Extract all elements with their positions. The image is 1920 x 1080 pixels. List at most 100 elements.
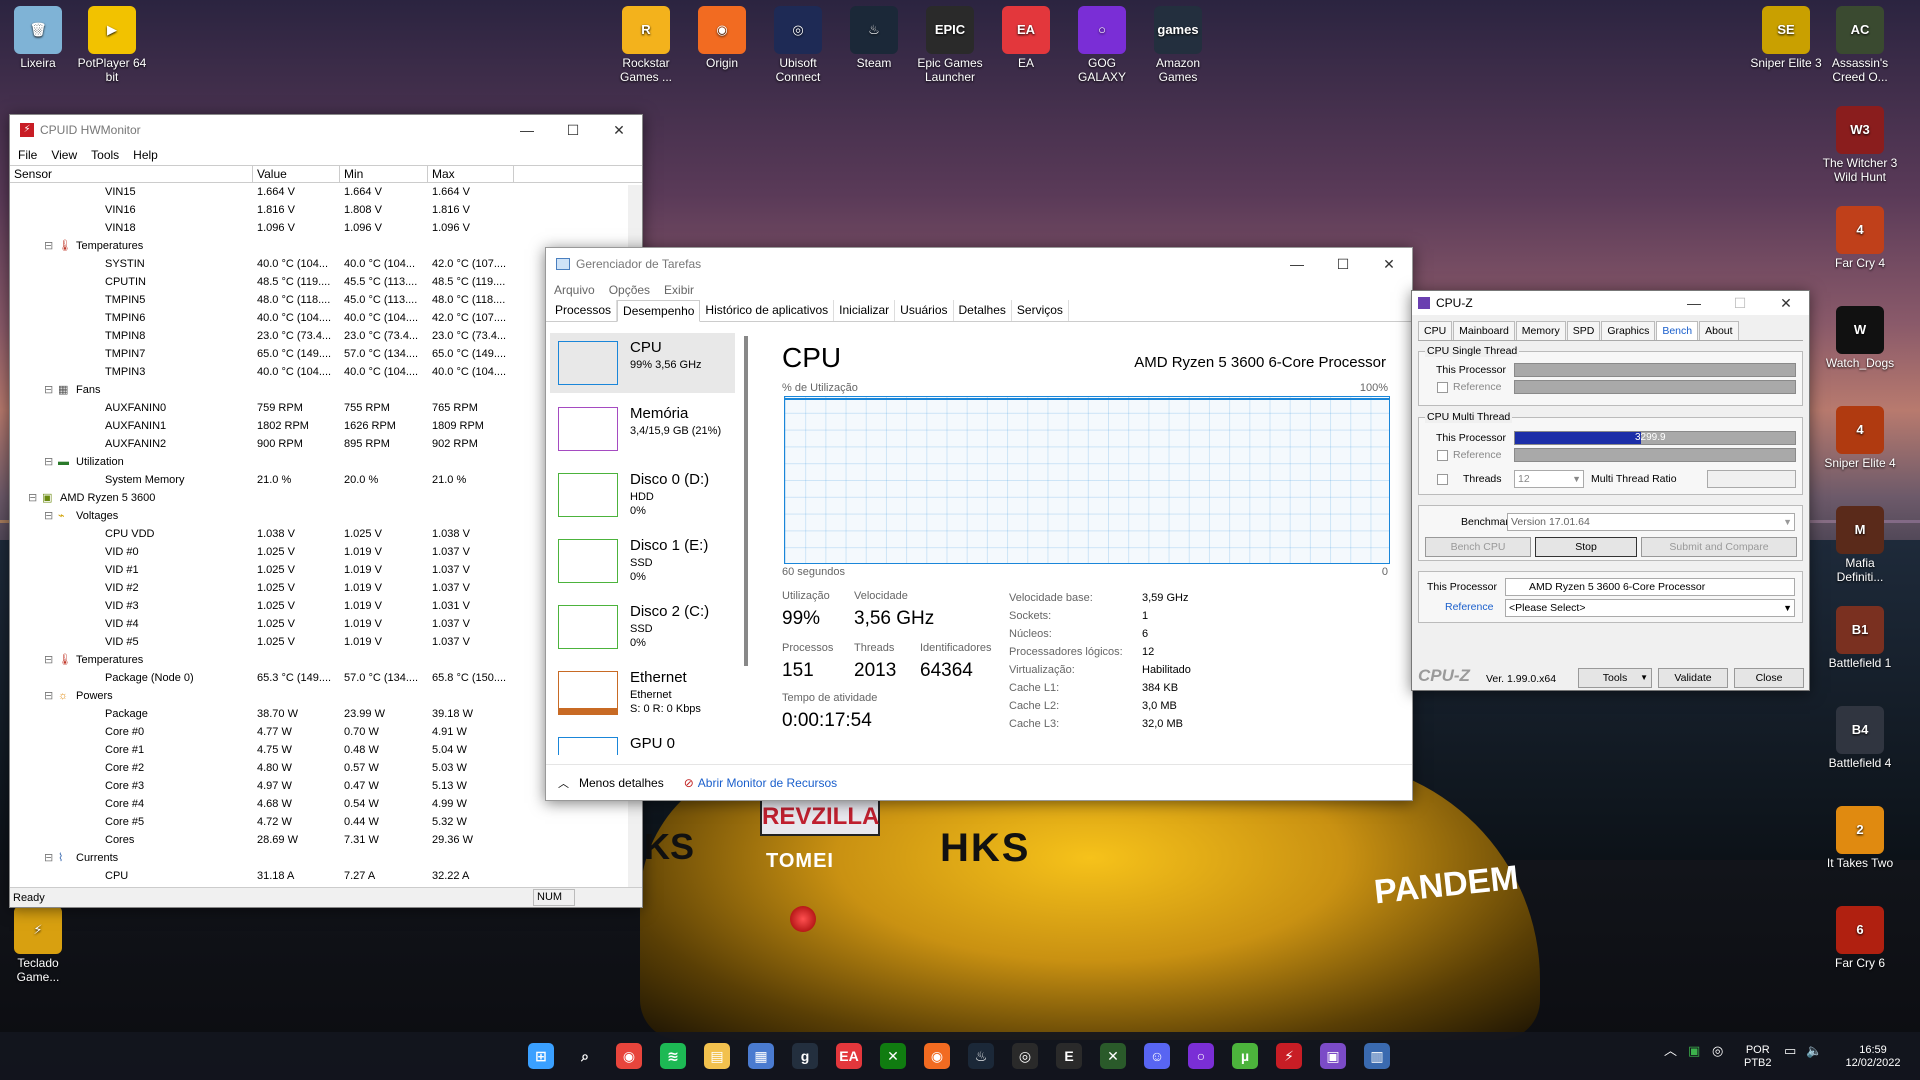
store-icon[interactable]: ▦	[748, 1043, 774, 1069]
xbox-app-icon[interactable]: ✕	[1100, 1043, 1126, 1069]
table-row[interactable]: AUXFANIN1 1802 RPM 1626 RPM 1809 RPM	[10, 417, 630, 435]
desktop-icon-watch-dogs[interactable]: W Watch_Dogs	[1822, 306, 1898, 370]
collapse-icon[interactable]: ⊟	[44, 453, 53, 471]
folder-icon[interactable]: ▤	[704, 1043, 730, 1069]
tab-servi-os[interactable]: Serviços	[1012, 300, 1069, 321]
desktop-icon-ubisoft-connect[interactable]: ◎ Ubisoft Connect	[760, 6, 836, 84]
menu-arquivo[interactable]: Arquivo	[554, 283, 595, 297]
table-row[interactable]: Core #3 4.97 W 0.47 W 5.13 W	[10, 777, 630, 795]
tree-group-amd-ryzen-5-3600[interactable]: ⊟ ▣ AMD Ryzen 5 3600	[10, 489, 630, 507]
chevron-up-icon[interactable]: ︿	[558, 775, 569, 791]
tools-button[interactable]: Tools ▼	[1578, 668, 1652, 688]
menu-tools[interactable]: Tools	[91, 148, 119, 162]
collapse-icon[interactable]: ⊟	[44, 237, 53, 255]
utorrent-icon[interactable]: µ	[1232, 1043, 1258, 1069]
column-max[interactable]: Max	[428, 166, 514, 182]
cpuz-tab-graphics[interactable]: Graphics	[1601, 321, 1656, 340]
table-row[interactable]: VID #2 1.025 V 1.019 V 1.037 V	[10, 579, 630, 597]
table-row[interactable]: VIN15 1.664 V 1.664 V 1.664 V	[10, 183, 630, 201]
bench-cpu-button[interactable]: Bench CPU	[1425, 537, 1531, 557]
table-row[interactable]: Package (Node 0) 65.3 °C (149.... 57.0 °C …	[10, 669, 630, 687]
table-row[interactable]: CPU VDD 1.038 V 1.025 V 1.038 V	[10, 525, 630, 543]
origin-icon[interactable]: ◉	[924, 1043, 950, 1069]
table-row[interactable]: VIN16 1.816 V 1.808 V 1.816 V	[10, 201, 630, 219]
perf-item-disco-1-e[interactable]: Disco 1 (E:) SSD 0%	[550, 531, 735, 591]
multi-ref-checkbox[interactable]	[1437, 450, 1448, 461]
table-row[interactable]: Core #1 4.75 W 0.48 W 5.04 W	[10, 741, 630, 759]
close-button[interactable]: ✕	[1763, 295, 1809, 312]
tree-group-temperatures[interactable]: ⊟ 🌡 Temperatures	[10, 237, 630, 255]
table-row[interactable]: VID #0 1.025 V 1.019 V 1.037 V	[10, 543, 630, 561]
maximize-button[interactable]: ☐	[1320, 256, 1366, 273]
stop-button[interactable]: Stop	[1535, 537, 1637, 557]
network-icon[interactable]: ▭	[1784, 1044, 1796, 1057]
desktop-icon-origin[interactable]: ◉ Origin	[684, 6, 760, 70]
tree-group-fans[interactable]: ⊟ ▦ Fans	[10, 381, 630, 399]
tab-desempenho[interactable]: Desempenho	[617, 300, 701, 322]
table-row[interactable]: Core #0 4.77 W 0.70 W 4.91 W	[10, 723, 630, 741]
nvidia-tray-icon[interactable]: ▣	[1688, 1044, 1700, 1057]
table-row[interactable]: Core #5 4.72 W 0.44 W 5.32 W	[10, 813, 630, 831]
gog-icon[interactable]: ○	[1188, 1043, 1214, 1069]
tab-usu-rios[interactable]: Usuários	[895, 300, 954, 321]
close-cpuz-button[interactable]: Close	[1734, 668, 1804, 688]
ea-icon[interactable]: EA	[836, 1043, 862, 1069]
desktop-icon-sniper-elite-4[interactable]: 4 Sniper Elite 4	[1822, 406, 1898, 470]
desktop-icon-teclado[interactable]: ⚡ Teclado Game...	[0, 906, 76, 984]
table-row[interactable]: TMPIN7 65.0 °C (149.... 57.0 °C (134.... 65…	[10, 345, 630, 363]
desktop-icon-mafia-definiti[interactable]: M Mafia Definiti...	[1822, 506, 1898, 584]
close-button[interactable]: ✕	[1366, 256, 1412, 273]
chrome-icon[interactable]: ◉	[616, 1043, 642, 1069]
taskmgr-icon[interactable]: ▥	[1364, 1043, 1390, 1069]
cpuz-tab-cpu[interactable]: CPU	[1418, 321, 1453, 340]
cpuz-tab-bench[interactable]: Bench	[1656, 321, 1699, 340]
desktop-icon-epic-games-launcher[interactable]: EPIC Epic Games Launcher	[912, 6, 988, 84]
reference-link[interactable]: Reference	[1445, 601, 1493, 613]
cpuz-tab-mainboard[interactable]: Mainboard	[1453, 321, 1515, 340]
desktop-icon-steam[interactable]: ♨ Steam	[836, 6, 912, 70]
table-row[interactable]: AUXFANIN2 900 RPM 895 RPM 902 RPM	[10, 435, 630, 453]
collapse-icon[interactable]: ⊟	[44, 687, 53, 705]
tab-processos[interactable]: Processos	[550, 300, 618, 321]
desktop-icon-the-witcher-3-wild-hunt[interactable]: W3 The Witcher 3 Wild Hunt	[1822, 106, 1898, 184]
column-min[interactable]: Min	[340, 166, 428, 182]
table-row[interactable]: CPU 31.18 A 7.27 A 32.22 A	[10, 867, 630, 885]
cpuz-tab-about[interactable]: About	[1699, 321, 1739, 340]
amazon-games-icon[interactable]: g	[792, 1043, 818, 1069]
desktop-icon-battlefield-4[interactable]: B4 Battlefield 4	[1822, 706, 1898, 770]
cpuz-tab-spd[interactable]: SPD	[1566, 321, 1601, 340]
spotify-icon[interactable]: ≋	[660, 1043, 686, 1069]
single-ref-checkbox[interactable]	[1437, 382, 1448, 393]
submit-compare-button[interactable]: Submit and Compare	[1641, 537, 1797, 557]
ubisoft-tray-icon[interactable]: ◎	[1712, 1044, 1723, 1057]
tab-hist-rico-de-aplicativos[interactable]: Histórico de aplicativos	[700, 300, 835, 321]
perf-item-gpu-0[interactable]: GPU 0NVIDIA GeForce R...	[550, 729, 735, 755]
table-row[interactable]: TMPIN5 48.0 °C (118.... 45.0 °C (113.... 48…	[10, 291, 630, 309]
tree-group-currents[interactable]: ⊟ ⌇ Currents	[10, 849, 630, 867]
desktop-icon-battlefield-1[interactable]: B1 Battlefield 1	[1822, 606, 1898, 670]
reference-select[interactable]: <Please Select> ▼	[1505, 599, 1795, 617]
table-row[interactable]: CPUTIN 48.5 °C (119.... 45.5 °C (113.... 48…	[10, 273, 630, 291]
collapse-icon[interactable]: ⊟	[44, 381, 53, 399]
table-row[interactable]: SYSTIN 40.0 °C (104... 40.0 °C (104... 42.0…	[10, 255, 630, 273]
maximize-button[interactable]: ☐	[1717, 295, 1763, 312]
start-icon[interactable]: ⊞	[528, 1043, 554, 1069]
column-sensor[interactable]: Sensor	[10, 166, 253, 182]
minimize-button[interactable]: —	[1671, 295, 1717, 312]
perf-item-disco-2-c[interactable]: Disco 2 (C:) SSD 0%	[550, 597, 735, 657]
search-icon[interactable]: ⌕	[572, 1043, 598, 1069]
desktop-icon-far-cry-4[interactable]: 4 Far Cry 4	[1822, 206, 1898, 270]
tab-inicializar[interactable]: Inicializar	[834, 300, 896, 321]
minimize-button[interactable]: —	[1274, 256, 1320, 273]
cpuz-tab-memory[interactable]: Memory	[1515, 321, 1566, 340]
validate-button[interactable]: Validate	[1658, 668, 1728, 688]
tree-group-voltages[interactable]: ⊟ ⌁ Voltages	[10, 507, 630, 525]
table-row[interactable]: AUXFANIN0 759 RPM 755 RPM 765 RPM	[10, 399, 630, 417]
menu-help[interactable]: Help	[133, 148, 158, 162]
column-value[interactable]: Value	[253, 166, 340, 182]
discord-icon[interactable]: ☺	[1144, 1043, 1170, 1069]
table-row[interactable]: TMPIN8 23.0 °C (73.4... 23.0 °C (73.4... 23…	[10, 327, 630, 345]
benchmark-select[interactable]: Version 17.01.64 ▼	[1507, 513, 1795, 531]
xbox-icon[interactable]: ✕	[880, 1043, 906, 1069]
collapse-icon[interactable]: ⊟	[44, 507, 53, 525]
